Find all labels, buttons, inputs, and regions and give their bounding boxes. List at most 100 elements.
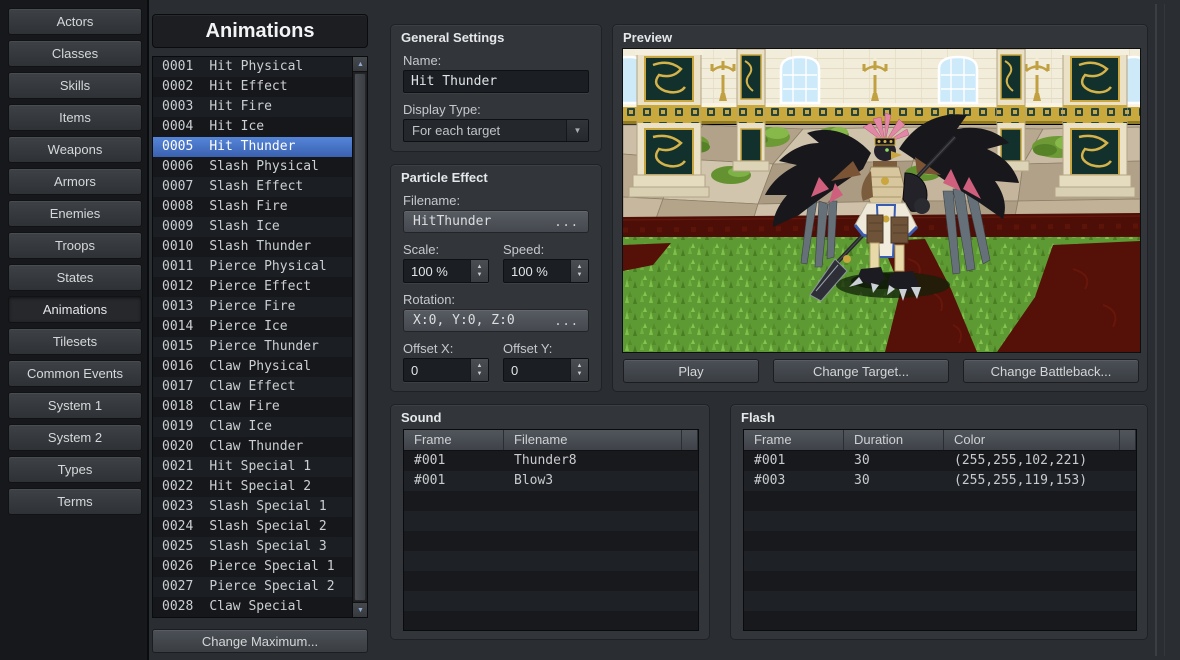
change-target-button[interactable]: Change Target... bbox=[773, 359, 949, 383]
list-item-0027[interactable]: 0027Pierce Special 2 bbox=[153, 577, 352, 597]
sidebar-item-states[interactable]: States bbox=[8, 264, 142, 291]
list-item-0013[interactable]: 0013Pierce Fire bbox=[153, 297, 352, 317]
flash-table[interactable]: FrameDurationColor#00130(255,255,102,221… bbox=[743, 429, 1137, 631]
sound-table[interactable]: FrameFilename#001Thunder8#001Blow3 bbox=[403, 429, 699, 631]
stepper-arrows-icon[interactable]: ▲▼ bbox=[470, 359, 488, 381]
table-row-empty[interactable] bbox=[404, 571, 698, 591]
list-item-0028[interactable]: 0028Claw Special bbox=[153, 597, 352, 617]
list-item-0022[interactable]: 0022Hit Special 2 bbox=[153, 477, 352, 497]
sidebar-item-troops[interactable]: Troops bbox=[8, 232, 142, 259]
list-item-0016[interactable]: 0016Claw Physical bbox=[153, 357, 352, 377]
list-item-0023[interactable]: 0023Slash Special 1 bbox=[153, 497, 352, 517]
name-input[interactable]: Hit Thunder bbox=[403, 70, 589, 93]
sidebar-item-classes[interactable]: Classes bbox=[8, 40, 142, 67]
rotation-field[interactable]: X:0, Y:0, Z:0 ... bbox=[403, 309, 589, 332]
table-row-empty[interactable] bbox=[744, 531, 1136, 551]
sidebar-item-tilesets[interactable]: Tilesets bbox=[8, 328, 142, 355]
list-item-0005[interactable]: 0005Hit Thunder bbox=[153, 137, 352, 157]
list-item-0020[interactable]: 0020Claw Thunder bbox=[153, 437, 352, 457]
list-item-0003[interactable]: 0003Hit Fire bbox=[153, 97, 352, 117]
scroll-down-icon[interactable]: ▼ bbox=[353, 602, 368, 617]
list-item-0025[interactable]: 0025Slash Special 3 bbox=[153, 537, 352, 557]
table-row-empty[interactable] bbox=[744, 551, 1136, 571]
dropdown-arrow-icon[interactable]: ▼ bbox=[566, 120, 588, 141]
list-item-0001[interactable]: 0001Hit Physical bbox=[153, 57, 352, 77]
sidebar-item-enemies[interactable]: Enemies bbox=[8, 200, 142, 227]
list-panel-title: Animations bbox=[152, 14, 368, 48]
list-scrollbar[interactable]: ▲ ▼ bbox=[352, 57, 367, 617]
sidebar-item-weapons[interactable]: Weapons bbox=[8, 136, 142, 163]
column-header-filename: Filename bbox=[504, 430, 682, 450]
scroll-up-icon[interactable]: ▲ bbox=[353, 57, 368, 72]
sidebar-item-system-2[interactable]: System 2 bbox=[8, 424, 142, 451]
offset-x-stepper[interactable]: 0 ▲▼ bbox=[403, 358, 489, 382]
table-cell bbox=[504, 551, 682, 571]
sidebar-item-common-events[interactable]: Common Events bbox=[8, 360, 142, 387]
sidebar-item-animations[interactable]: Animations bbox=[8, 296, 142, 323]
list-item-0007[interactable]: 0007Slash Effect bbox=[153, 177, 352, 197]
sidebar-item-system-1[interactable]: System 1 bbox=[8, 392, 142, 419]
preview-group: Preview bbox=[612, 24, 1148, 392]
table-row-empty[interactable] bbox=[744, 491, 1136, 511]
table-cell bbox=[944, 611, 1120, 631]
list-item-0017[interactable]: 0017Claw Effect bbox=[153, 377, 352, 397]
list-item-0026[interactable]: 0026Pierce Special 1 bbox=[153, 557, 352, 577]
list-item-0021[interactable]: 0021Hit Special 1 bbox=[153, 457, 352, 477]
speed-stepper[interactable]: 100 % ▲▼ bbox=[503, 259, 589, 283]
table-row-empty[interactable] bbox=[404, 611, 698, 631]
list-item-0019[interactable]: 0019Claw Ice bbox=[153, 417, 352, 437]
list-item-0015[interactable]: 0015Pierce Thunder bbox=[153, 337, 352, 357]
list-item-0012[interactable]: 0012Pierce Effect bbox=[153, 277, 352, 297]
table-header-row: FrameDurationColor bbox=[744, 430, 1136, 451]
animations-list[interactable]: 0001Hit Physical0002Hit Effect0003Hit Fi… bbox=[152, 56, 368, 618]
list-item-0010[interactable]: 0010Slash Thunder bbox=[153, 237, 352, 257]
table-row-empty[interactable] bbox=[404, 511, 698, 531]
scale-stepper[interactable]: 100 % ▲▼ bbox=[403, 259, 489, 283]
table-row[interactable]: #001Blow3 bbox=[404, 471, 698, 491]
sidebar-item-skills[interactable]: Skills bbox=[8, 72, 142, 99]
table-row-empty[interactable] bbox=[744, 591, 1136, 611]
table-row-empty[interactable] bbox=[744, 511, 1136, 531]
table-row[interactable]: #00130(255,255,102,221) bbox=[744, 451, 1136, 471]
scrollbar-thumb[interactable] bbox=[354, 73, 366, 601]
list-item-0018[interactable]: 0018Claw Fire bbox=[153, 397, 352, 417]
list-item-0011[interactable]: 0011Pierce Physical bbox=[153, 257, 352, 277]
display-type-select[interactable]: For each target ▼ bbox=[403, 119, 589, 142]
list-item-id: 0001 bbox=[162, 59, 193, 74]
list-item-0009[interactable]: 0009Slash Ice bbox=[153, 217, 352, 237]
change-maximum-button[interactable]: Change Maximum... bbox=[152, 629, 368, 653]
offset-y-stepper[interactable]: 0 ▲▼ bbox=[503, 358, 589, 382]
offset-y-label: Offset Y: bbox=[503, 341, 552, 356]
list-item-0008[interactable]: 0008Slash Fire bbox=[153, 197, 352, 217]
change-battleback-button[interactable]: Change Battleback... bbox=[963, 359, 1139, 383]
table-row-empty[interactable] bbox=[404, 491, 698, 511]
table-row-empty[interactable] bbox=[404, 551, 698, 571]
list-item-0014[interactable]: 0014Pierce Ice bbox=[153, 317, 352, 337]
list-item-0002[interactable]: 0002Hit Effect bbox=[153, 77, 352, 97]
sidebar-item-items[interactable]: Items bbox=[8, 104, 142, 131]
table-row-empty[interactable] bbox=[744, 571, 1136, 591]
sound-group: Sound FrameFilename#001Thunder8#001Blow3 bbox=[390, 404, 710, 640]
sidebar-item-terms[interactable]: Terms bbox=[8, 488, 142, 515]
stepper-arrows-icon[interactable]: ▲▼ bbox=[570, 359, 588, 381]
table-row-empty[interactable] bbox=[744, 611, 1136, 631]
list-item-0006[interactable]: 0006Slash Physical bbox=[153, 157, 352, 177]
table-cell bbox=[1120, 471, 1136, 491]
list-item-0004[interactable]: 0004Hit Ice bbox=[153, 117, 352, 137]
table-row[interactable]: #001Thunder8 bbox=[404, 451, 698, 471]
sidebar-item-types[interactable]: Types bbox=[8, 456, 142, 483]
list-item-id: 0012 bbox=[162, 279, 193, 294]
stepper-arrows-icon[interactable]: ▲▼ bbox=[470, 260, 488, 282]
play-button[interactable]: Play bbox=[623, 359, 759, 383]
list-item-name: Slash Special 1 bbox=[209, 499, 326, 514]
table-row-empty[interactable] bbox=[404, 591, 698, 611]
filename-field[interactable]: HitThunder ... bbox=[403, 210, 589, 233]
sidebar-item-actors[interactable]: Actors bbox=[8, 8, 142, 35]
table-row-empty[interactable] bbox=[404, 531, 698, 551]
stepper-arrows-icon[interactable]: ▲▼ bbox=[570, 260, 588, 282]
table-cell bbox=[504, 491, 682, 511]
sidebar-item-armors[interactable]: Armors bbox=[8, 168, 142, 195]
list-item-name: Claw Physical bbox=[209, 359, 311, 374]
table-row[interactable]: #00330(255,255,119,153) bbox=[744, 471, 1136, 491]
list-item-0024[interactable]: 0024Slash Special 2 bbox=[153, 517, 352, 537]
